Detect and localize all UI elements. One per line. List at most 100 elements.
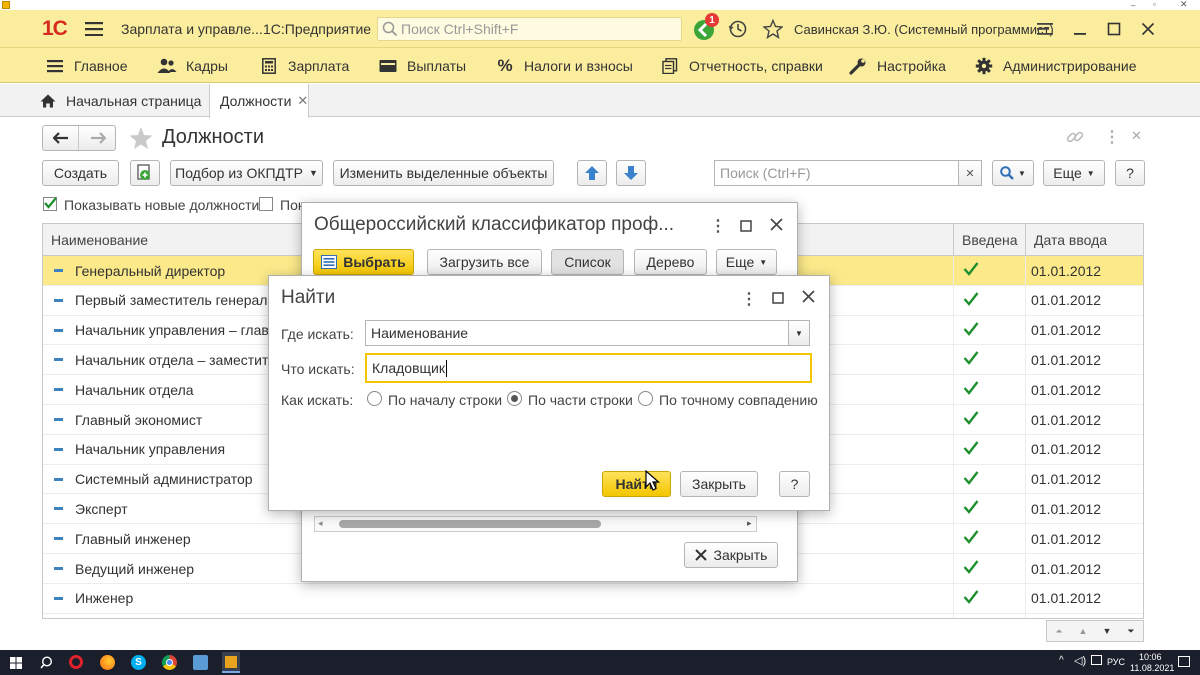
second-filter-checkbox[interactable] bbox=[259, 197, 273, 211]
tray-chevron-icon[interactable]: ^ bbox=[1059, 655, 1064, 666]
radio-part-of-line[interactable] bbox=[507, 391, 522, 406]
tab-home[interactable]: Начальная страница bbox=[40, 84, 201, 117]
where-dropdown-button[interactable]: ▼ bbox=[788, 320, 810, 346]
forward-arrow-icon[interactable] bbox=[80, 126, 116, 150]
menu-salary[interactable]: Зарплата bbox=[258, 48, 349, 83]
pick-okpdtr-button[interactable]: Подбор из ОКПДТР ▼ bbox=[170, 160, 323, 186]
favorite-star-icon[interactable] bbox=[129, 126, 153, 150]
keyboard-lang[interactable]: РУС bbox=[1107, 657, 1125, 667]
scroll-right-icon[interactable]: ▸ bbox=[747, 518, 752, 529]
select-button[interactable]: Выбрать bbox=[313, 249, 414, 275]
what-input[interactable]: Кладовщик bbox=[365, 353, 812, 383]
page-title: Должности bbox=[162, 126, 265, 148]
find-close-button[interactable]: Закрыть bbox=[680, 471, 758, 497]
edit-selected-button[interactable]: Изменить выделенные объекты bbox=[333, 160, 554, 186]
form-more-icon[interactable]: ⋮ bbox=[1104, 127, 1120, 147]
radio-start-of-line[interactable] bbox=[367, 391, 382, 406]
entered-check-icon bbox=[963, 351, 979, 366]
more-button[interactable]: Еще ▼ bbox=[1043, 160, 1105, 186]
outer-close-icon[interactable]: ✕ bbox=[1180, 0, 1188, 10]
list-button[interactable]: Список bbox=[551, 249, 624, 275]
notifications-center-icon[interactable] bbox=[1178, 656, 1190, 667]
menu-settings[interactable]: Настройка bbox=[847, 48, 946, 83]
menu-taxes-label: Налоги и взносы bbox=[524, 57, 633, 74]
volume-icon[interactable]: ◁) bbox=[1074, 654, 1086, 667]
position-item-icon bbox=[54, 298, 63, 302]
move-up-button[interactable] bbox=[577, 160, 607, 186]
network-icon[interactable] bbox=[1091, 655, 1102, 665]
main-menu-icon[interactable] bbox=[85, 10, 103, 48]
notifications-icon[interactable]: 1 bbox=[692, 10, 719, 48]
create-button[interactable]: Создать bbox=[42, 160, 119, 186]
classifier-hscroll[interactable]: ◂ ▸ bbox=[314, 516, 757, 532]
media-player-icon[interactable] bbox=[222, 652, 240, 673]
classifier-more-icon[interactable]: ⋮ bbox=[710, 216, 726, 236]
maximize-icon[interactable] bbox=[1107, 10, 1121, 48]
1c-logo-icon[interactable]: 1С bbox=[42, 10, 68, 48]
form-close-icon[interactable]: ✕ bbox=[1131, 128, 1142, 144]
scroll-left-icon[interactable]: ◂ bbox=[318, 518, 323, 529]
find-more-icon[interactable]: ⋮ bbox=[741, 289, 757, 309]
settings-menu-icon[interactable] bbox=[1037, 10, 1055, 48]
show-new-checkbox[interactable] bbox=[43, 197, 57, 211]
copy-button[interactable] bbox=[130, 160, 160, 186]
scroll-top-icon[interactable]: ⏶ bbox=[1047, 621, 1071, 641]
column-date[interactable]: Дата ввода bbox=[1025, 224, 1143, 256]
scroll-down-icon[interactable]: ▼ bbox=[1095, 621, 1119, 641]
tree-button[interactable]: Дерево bbox=[634, 249, 707, 275]
opera-icon[interactable] bbox=[69, 655, 83, 669]
hscroll-thumb[interactable] bbox=[339, 520, 601, 528]
classifier-close-icon[interactable] bbox=[770, 218, 783, 231]
menu-main[interactable]: Главное bbox=[44, 48, 128, 83]
clock-time[interactable]: 10:06 bbox=[1139, 652, 1162, 662]
list-search-input[interactable]: Поиск (Ctrl+F) bbox=[714, 160, 959, 186]
history-icon[interactable] bbox=[728, 10, 748, 48]
menu-hr[interactable]: Кадры bbox=[156, 48, 228, 83]
help-button[interactable]: ? bbox=[1115, 160, 1145, 186]
menu-payments[interactable]: Выплаты bbox=[377, 48, 466, 83]
user-name[interactable]: Савинская З.Ю. (Системный программист) bbox=[794, 10, 1054, 48]
search-options-button[interactable]: ▼ bbox=[992, 160, 1034, 186]
skype-icon[interactable]: S bbox=[131, 655, 146, 670]
find-close-icon[interactable] bbox=[802, 290, 815, 303]
tab-home-label: Начальная страница bbox=[66, 92, 202, 109]
scroll-bottom-icon[interactable]: ⏷ bbox=[1119, 621, 1143, 641]
back-arrow-icon[interactable] bbox=[43, 126, 79, 150]
option-start-of-line[interactable]: По началу строки bbox=[388, 392, 502, 408]
radio-exact-match[interactable] bbox=[638, 391, 653, 406]
column-entered[interactable]: Введена bbox=[953, 224, 1025, 256]
menu-taxes[interactable]: % Налоги и взносы bbox=[494, 48, 633, 83]
find-help-button[interactable]: ? bbox=[779, 471, 810, 497]
option-part-of-line[interactable]: По части строки bbox=[528, 392, 633, 408]
clock-date[interactable]: 11.08.2021 bbox=[1130, 663, 1174, 673]
load-all-button[interactable]: Загрузить все bbox=[427, 249, 542, 275]
table-row[interactable]: Инженер 01.01.2012 bbox=[43, 584, 1143, 614]
classifier-maximize-icon[interactable] bbox=[740, 220, 752, 232]
close-icon[interactable] bbox=[1141, 10, 1155, 48]
global-search-input[interactable]: Поиск Ctrl+Shift+F bbox=[377, 17, 682, 41]
show-new-label[interactable]: Показывать новые должности bbox=[64, 197, 259, 213]
clear-search-button[interactable]: ✕ bbox=[958, 160, 982, 186]
classifier-more-button[interactable]: Еще ▼ bbox=[716, 249, 777, 275]
minimize-icon[interactable] bbox=[1073, 10, 1087, 48]
column-name[interactable]: Наименование bbox=[51, 224, 148, 256]
move-down-button[interactable] bbox=[616, 160, 646, 186]
outer-maximize-icon[interactable]: ▫ bbox=[1153, 0, 1156, 9]
favorites-icon[interactable] bbox=[763, 10, 783, 48]
teams-icon[interactable] bbox=[193, 655, 208, 670]
taskbar-search-icon[interactable] bbox=[40, 656, 53, 669]
menu-reports[interactable]: Отчетность, справки bbox=[659, 48, 823, 83]
outer-minimize-icon[interactable]: – bbox=[1131, 1, 1135, 10]
windows-start-icon[interactable] bbox=[10, 657, 22, 669]
find-maximize-icon[interactable] bbox=[772, 292, 784, 304]
link-icon[interactable] bbox=[1066, 128, 1084, 146]
tab-positions[interactable]: Должности ✕ bbox=[209, 84, 309, 118]
firefox-icon[interactable] bbox=[100, 655, 115, 670]
where-select[interactable]: Наименование bbox=[365, 320, 789, 346]
classifier-close-button[interactable]: Закрыть bbox=[684, 542, 778, 568]
tab-close-icon[interactable]: ✕ bbox=[297, 93, 308, 109]
menu-admin[interactable]: Администрирование bbox=[973, 48, 1137, 83]
chrome-icon[interactable] bbox=[162, 655, 177, 670]
scroll-up-icon[interactable]: ▲ bbox=[1071, 621, 1095, 641]
option-exact-match[interactable]: По точному совпадению bbox=[659, 392, 818, 408]
